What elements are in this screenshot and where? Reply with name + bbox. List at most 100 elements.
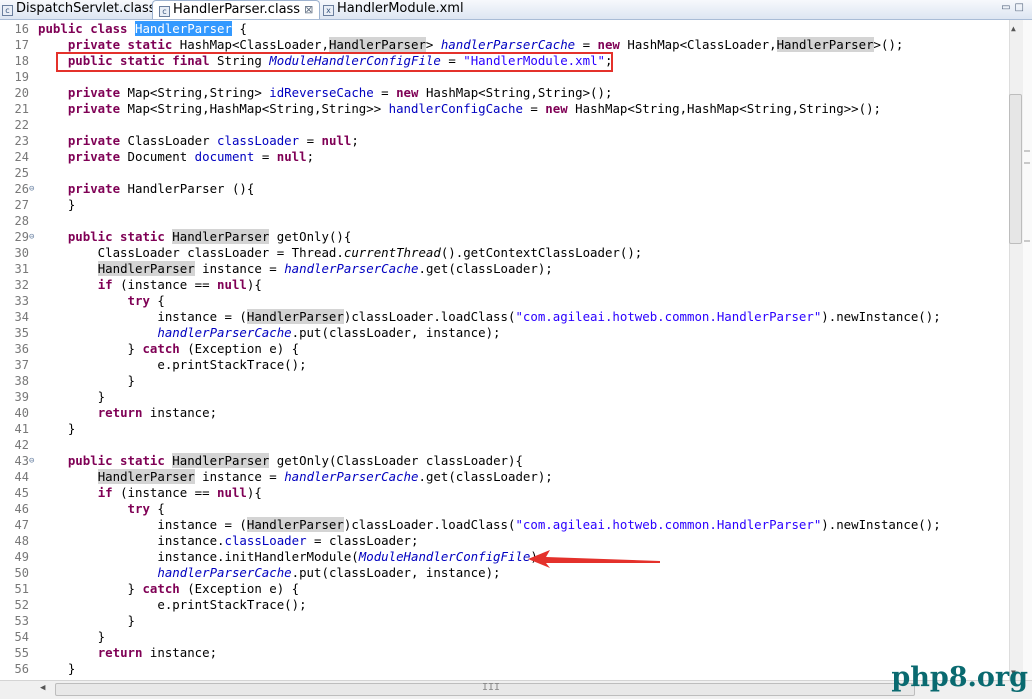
code-line[interactable]: 31 HandlerParser instance = handlerParse…	[0, 261, 1009, 277]
code-text[interactable]: if (instance == null){	[38, 277, 262, 293]
code-text[interactable]: }	[38, 197, 75, 213]
code-line[interactable]: 16 public class HandlerParser {	[0, 21, 1009, 37]
line-number: 32	[14, 278, 29, 292]
code-text[interactable]: instance = (HandlerParser)classLoader.lo…	[38, 517, 941, 533]
fold-toggle-icon[interactable]: ⊖	[29, 229, 34, 245]
line-number: 48	[14, 534, 29, 548]
code-line[interactable]: 34 instance = (HandlerParser)classLoader…	[0, 309, 1009, 325]
code-text[interactable]: }	[38, 373, 135, 389]
code-line[interactable]: 46 try {	[0, 501, 1009, 517]
code-line[interactable]: 20 private Map<String,String> idReverseC…	[0, 85, 1009, 101]
code-line[interactable]: 27 }	[0, 197, 1009, 213]
code-line[interactable]: 37 e.printStackTrace();	[0, 357, 1009, 373]
code-line[interactable]: 54 }	[0, 629, 1009, 645]
vertical-scroll-thumb[interactable]	[1009, 94, 1022, 244]
code-line[interactable]: 23 private ClassLoader classLoader = nul…	[0, 133, 1009, 149]
code-text[interactable]: private static HashMap<ClassLoader,Handl…	[38, 37, 903, 53]
code-text[interactable]: }	[38, 613, 135, 629]
code-text[interactable]: private Map<String,String> idReverseCach…	[38, 85, 613, 101]
code-line[interactable]: 33 try {	[0, 293, 1009, 309]
tab-handlerparser[interactable]: c HandlerParser.class ⊠	[152, 0, 321, 19]
code-text[interactable]: e.printStackTrace();	[38, 597, 306, 613]
code-text[interactable]: instance.initHandlerModule(ModuleHandler…	[38, 549, 545, 565]
tab-handlermodule-xml[interactable]: x HandlerModule.xml	[323, 0, 464, 18]
ruler-marker[interactable]	[1024, 162, 1030, 164]
line-number: 44	[14, 470, 29, 484]
code-line[interactable]: 41 }	[0, 421, 1009, 437]
code-line[interactable]: 45 if (instance == null){	[0, 485, 1009, 501]
code-line[interactable]: 39 }	[0, 389, 1009, 405]
code-text[interactable]: return instance;	[38, 645, 217, 661]
code-editor[interactable]: 16 public class HandlerParser {17 private…	[0, 20, 1009, 680]
code-text[interactable]: } catch (Exception e) {	[38, 341, 300, 357]
code-line[interactable]: 32 if (instance == null){	[0, 277, 1009, 293]
line-number: 18	[14, 54, 29, 68]
line-number: 55	[14, 646, 29, 660]
close-icon[interactable]: ⊠	[304, 3, 313, 16]
code-line[interactable]: 30 ClassLoader classLoader = Thread.curr…	[0, 245, 1009, 261]
code-line[interactable]: 38 }	[0, 373, 1009, 389]
code-line[interactable]: 50 handlerParserCache.put(classLoader, i…	[0, 565, 1009, 581]
maximize-icon[interactable]: □	[1015, 2, 1028, 13]
code-text[interactable]: instance.classLoader = classLoader;	[38, 533, 418, 549]
code-line[interactable]: 51 } catch (Exception e) {	[0, 581, 1009, 597]
code-line[interactable]: 21 private Map<String,HashMap<String,Str…	[0, 101, 1009, 117]
code-text[interactable]: }	[38, 661, 75, 677]
code-text[interactable]: private Map<String,HashMap<String,String…	[38, 101, 881, 117]
code-line[interactable]: 35 handlerParserCache.put(classLoader, i…	[0, 325, 1009, 341]
code-text[interactable]: HandlerParser instance = handlerParserCa…	[38, 261, 553, 277]
code-line[interactable]: 36 } catch (Exception e) {	[0, 341, 1009, 357]
code-line[interactable]: 24 private Document document = null;	[0, 149, 1009, 165]
code-line[interactable]: 52 e.printStackTrace();	[0, 597, 1009, 613]
code-text[interactable]: private ClassLoader classLoader = null;	[38, 133, 359, 149]
code-line[interactable]: 44 HandlerParser instance = handlerParse…	[0, 469, 1009, 485]
code-text[interactable]: }	[38, 421, 75, 437]
code-text[interactable]: try {	[38, 501, 165, 517]
code-text[interactable]: handlerParserCache.put(classLoader, inst…	[38, 565, 500, 581]
code-line[interactable]: 26 ⊖ private HandlerParser (){	[0, 181, 1009, 197]
code-text[interactable]: }	[38, 389, 105, 405]
code-text[interactable]: public static HandlerParser getOnly(){	[38, 229, 351, 245]
code-text[interactable]: public static HandlerParser getOnly(Clas…	[38, 453, 523, 469]
code-line[interactable]: 42	[0, 437, 1009, 453]
code-line[interactable]: 28	[0, 213, 1009, 229]
code-line[interactable]: 55 return instance;	[0, 645, 1009, 661]
code-line[interactable]: 53 }	[0, 613, 1009, 629]
minimize-icon[interactable]: ▭	[1001, 2, 1014, 13]
line-number: 38	[14, 374, 29, 388]
code-text[interactable]: } catch (Exception e) {	[38, 581, 300, 597]
code-line[interactable]: 29 ⊖ public static HandlerParser getOnly(…	[0, 229, 1009, 245]
overview-ruler[interactable]	[1023, 20, 1032, 680]
code-text[interactable]: try {	[38, 293, 165, 309]
code-line[interactable]: 48 instance.classLoader = classLoader;	[0, 533, 1009, 549]
fold-toggle-icon[interactable]: ⊖	[29, 181, 34, 197]
code-text[interactable]: handlerParserCache.put(classLoader, inst…	[38, 325, 500, 341]
code-line[interactable]: 47 instance = (HandlerParser)classLoader…	[0, 517, 1009, 533]
code-text[interactable]: HandlerParser instance = handlerParserCa…	[38, 469, 553, 485]
code-text[interactable]: return instance;	[38, 405, 217, 421]
ruler-marker[interactable]	[1024, 150, 1030, 152]
code-line[interactable]: 22	[0, 117, 1009, 133]
fold-toggle-icon[interactable]: ⊖	[29, 453, 34, 469]
code-line[interactable]: 56 }	[0, 661, 1009, 677]
scroll-up-icon[interactable]: ▲	[1011, 24, 1016, 33]
code-text[interactable]: public class HandlerParser {	[38, 21, 247, 37]
line-number: 25	[14, 166, 29, 180]
code-line[interactable]: 49 instance.initHandlerModule(ModuleHand…	[0, 549, 1009, 565]
code-text[interactable]: if (instance == null){	[38, 485, 262, 501]
code-line[interactable]: 25	[0, 165, 1009, 181]
code-text[interactable]: private HandlerParser (){	[38, 181, 255, 197]
line-number: 20	[14, 86, 29, 100]
code-text[interactable]: e.printStackTrace();	[38, 357, 306, 373]
code-line[interactable]: 43 ⊖ public static HandlerParser getOnly(…	[0, 453, 1009, 469]
code-text[interactable]: instance = (HandlerParser)classLoader.lo…	[38, 309, 941, 325]
code-line[interactable]: 40 return instance;	[0, 405, 1009, 421]
tab-dispatchservlet[interactable]: c DispatchServlet.class	[2, 0, 156, 18]
code-text[interactable]: ClassLoader classLoader = Thread.current…	[38, 245, 643, 261]
ruler-marker[interactable]	[1024, 240, 1030, 242]
code-text[interactable]: }	[38, 629, 105, 645]
scroll-left-icon[interactable]: ◀	[40, 683, 45, 693]
code-line[interactable]: 17 private static HashMap<ClassLoader,Ha…	[0, 37, 1009, 53]
line-number: 37	[14, 358, 29, 372]
code-text[interactable]: private Document document = null;	[38, 149, 314, 165]
